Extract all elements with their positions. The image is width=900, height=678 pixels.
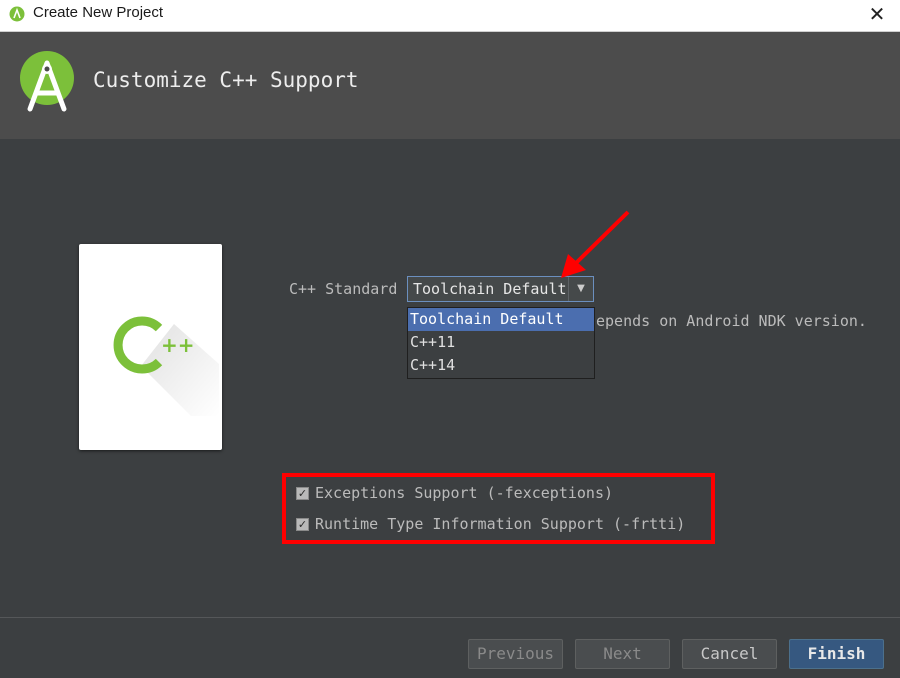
- android-studio-logo: [20, 51, 74, 112]
- dropdown-option-cpp14[interactable]: C++14: [408, 354, 594, 377]
- rtti-support-checkbox[interactable]: ✓: [296, 518, 309, 531]
- cancel-button[interactable]: Cancel: [682, 639, 777, 669]
- close-icon[interactable]: ✕: [864, 2, 890, 26]
- cpp-standard-selected-value: Toolchain Default: [413, 280, 567, 298]
- rtti-support-label: Runtime Type Information Support (-frtti…: [315, 515, 686, 533]
- wizard-header: Customize C++ Support: [0, 32, 900, 139]
- chevron-down-icon[interactable]: ▼: [568, 277, 593, 301]
- finish-button[interactable]: Finish: [789, 639, 884, 669]
- wizard-content: ++ C++ Standard Toolchain Default ▼ epen…: [0, 139, 900, 617]
- footer-divider: [0, 617, 900, 618]
- window-titlebar: Create New Project ✕: [0, 0, 900, 32]
- dropdown-option-toolchain-default[interactable]: Toolchain Default: [408, 308, 594, 331]
- cpp-standard-label: C++ Standard: [289, 280, 398, 298]
- exceptions-support-label: Exceptions Support (-fexceptions): [315, 484, 614, 502]
- cpp-logo-icon: ++: [113, 316, 219, 416]
- exceptions-support-checkbox[interactable]: ✓: [296, 487, 309, 500]
- cpp-standard-dropdown-list: Toolchain Default C++11 C++14: [407, 307, 595, 379]
- android-studio-icon: [9, 6, 25, 22]
- cpp-standard-hint: epends on Android NDK version.: [596, 312, 867, 330]
- window-title: Create New Project: [33, 4, 164, 21]
- cpp-template-card: ++: [79, 244, 222, 450]
- dropdown-option-cpp11[interactable]: C++11: [408, 331, 594, 354]
- page-title: Customize C++ Support: [93, 68, 359, 92]
- previous-button[interactable]: Previous: [468, 639, 563, 669]
- cpp-plus-text: ++: [161, 333, 195, 357]
- cpp-standard-combobox[interactable]: Toolchain Default ▼: [407, 276, 594, 302]
- next-button[interactable]: Next: [575, 639, 670, 669]
